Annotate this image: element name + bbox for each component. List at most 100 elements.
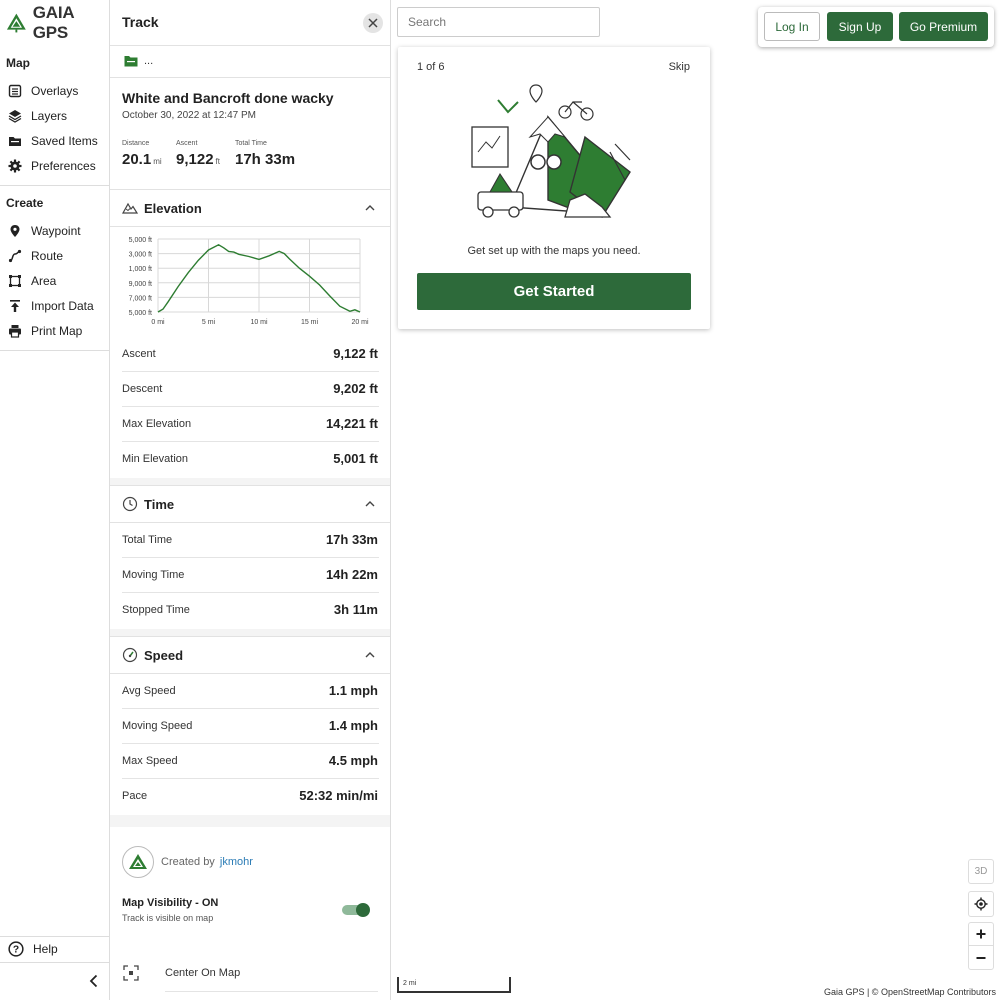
nav-item-import-data[interactable]: Import Data — [8, 296, 94, 316]
locate-icon — [974, 897, 988, 911]
folder-icon — [124, 56, 138, 67]
left-nav: GAIA GPS Map Overlays Layers Saved Items… — [0, 0, 110, 1000]
elevation-chart: 5,000 ft 3,000 ft 1,000 ft 9,000 ft 7,000 ft… — [110, 228, 390, 336]
chart-ytick-label: 7,000 ft — [129, 295, 152, 302]
chevron-up-icon — [365, 501, 375, 507]
row-label: Stopped Time — [122, 604, 190, 616]
center-on-map-button[interactable]: Center On Map — [165, 967, 240, 979]
logo-text: GAIA GPS — [32, 3, 74, 42]
help-icon: ? — [8, 941, 24, 957]
creator-link[interactable]: jkmohr — [220, 856, 253, 868]
chevron-up-icon — [365, 652, 375, 658]
close-icon — [368, 18, 378, 28]
stat-ascent-label: Ascent — [176, 140, 198, 147]
panel-title: Track — [122, 14, 159, 30]
row-avg-speed: Avg Speed 1.1 mph — [110, 674, 390, 709]
row-value: 3h 11m — [333, 602, 378, 617]
row-label: Ascent — [122, 348, 156, 360]
speedometer-icon — [122, 647, 138, 663]
nav-item-print-map[interactable]: Print Map — [8, 321, 82, 341]
chart-xtick-label: 20 mi — [351, 319, 369, 326]
close-panel-button[interactable] — [363, 13, 383, 33]
center-on-map-icon — [123, 965, 139, 981]
stat-ascent-value: 9,122 ft — [176, 151, 220, 168]
zoom-out-button[interactable] — [969, 946, 993, 969]
logo[interactable]: GAIA GPS — [6, 3, 109, 42]
step-counter: 1 of 6 — [417, 61, 445, 73]
gear-icon — [8, 159, 22, 173]
nav-item-label: Layers — [31, 109, 68, 123]
nav-item-area[interactable]: Area — [8, 271, 56, 291]
row-moving-speed: Moving Speed 1.4 mph — [110, 709, 390, 744]
route-icon — [8, 249, 22, 263]
row-value: 9,122 ft — [333, 346, 378, 361]
row-moving-time: Moving Time 14h 22m — [110, 558, 390, 593]
section-title: Elevation — [144, 200, 202, 216]
go-premium-button[interactable]: Go Premium — [899, 12, 988, 41]
skip-button[interactable]: Skip — [669, 61, 690, 73]
print-icon — [9, 325, 21, 338]
nav-item-label: Waypoint — [31, 224, 81, 238]
nav-item-waypoint[interactable]: Waypoint — [8, 221, 81, 241]
nav-item-help[interactable]: ? Help — [8, 939, 58, 959]
row-label: Moving Speed — [122, 720, 193, 732]
zoom-in-button[interactable] — [969, 923, 993, 947]
section-gap — [110, 629, 390, 636]
folder-name: ... — [144, 55, 154, 67]
nav-divider — [0, 962, 110, 963]
nav-item-label: Import Data — [31, 299, 94, 313]
nav-item-preferences[interactable]: Preferences — [8, 156, 96, 176]
nav-section-create: Create — [6, 196, 44, 210]
chart-xtick-label: 10 mi — [250, 319, 268, 326]
row-ascent: Ascent 9,122 ft — [110, 337, 390, 372]
minus-icon — [976, 956, 986, 959]
row-max-elevation: Max Elevation 14,221 ft — [110, 407, 390, 442]
stat-distance-value: 20.1 mi — [122, 151, 162, 168]
visibility-toggle[interactable] — [342, 903, 370, 917]
section-gap — [110, 478, 390, 485]
chart-ytick-label: 1,000 ft — [129, 266, 152, 273]
row-value: 9,202 ft — [333, 381, 378, 396]
nav-item-saved-items[interactable]: Saved Items — [8, 131, 98, 151]
section-title: Speed — [144, 647, 184, 663]
section-elevation-header[interactable]: Elevation — [110, 189, 390, 227]
row-value: 14h 22m — [325, 567, 378, 582]
row-min-elevation: Min Elevation 5,001 ft — [110, 442, 390, 477]
search-input[interactable] — [397, 7, 600, 37]
signup-button[interactable]: Sign Up — [827, 12, 893, 41]
chart-ytick-label: 9,000 ft — [129, 281, 152, 288]
chevron-left-icon — [89, 974, 98, 988]
row-label: Max Speed — [122, 755, 178, 767]
mountain-icon — [122, 202, 138, 214]
zoom-controls — [968, 922, 994, 970]
map-scale: 2 mi — [397, 977, 511, 993]
creator-avatar[interactable] — [122, 846, 154, 878]
nav-item-layers[interactable]: Layers — [8, 106, 67, 126]
nav-divider — [0, 350, 110, 351]
onboarding-card: 1 of 6 Skip Get set up with the maps you… — [398, 47, 710, 329]
row-label: Moving Time — [122, 569, 185, 581]
locate-button[interactable] — [968, 891, 994, 917]
map-attribution[interactable]: Gaia GPS | © OpenStreetMap Contributors — [824, 987, 996, 997]
row-value: 1.4 mph — [328, 718, 378, 733]
chart-ytick-label: 3,000 ft — [129, 252, 152, 259]
folder-breadcrumb[interactable]: ... — [110, 46, 390, 78]
get-started-button[interactable]: Get Started — [417, 273, 691, 310]
chart-xtick-label: 5 mi — [202, 319, 216, 326]
nav-item-overlays[interactable]: Overlays — [8, 81, 78, 101]
row-descent: Descent 9,202 ft — [110, 372, 390, 407]
collapse-nav-button[interactable] — [86, 973, 102, 989]
panel-header: Track — [110, 0, 390, 46]
nav-item-route[interactable]: Route — [8, 246, 63, 266]
3d-button[interactable]: 3D — [968, 859, 994, 884]
nav-item-label: Overlays — [31, 84, 79, 98]
chart-xtick-label: 0 mi — [151, 319, 165, 326]
login-button[interactable]: Log In — [764, 12, 820, 41]
row-value: 17h 33m — [325, 532, 378, 547]
track-name: White and Bancroft done wacky — [122, 90, 334, 106]
visibility-subtitle: Track is visible on map — [122, 913, 214, 923]
section-time-header[interactable]: Time — [110, 485, 390, 523]
row-label: Avg Speed — [122, 685, 176, 697]
section-speed-header[interactable]: Speed — [110, 636, 390, 674]
chart-xtick-label: 15 mi — [301, 319, 319, 326]
